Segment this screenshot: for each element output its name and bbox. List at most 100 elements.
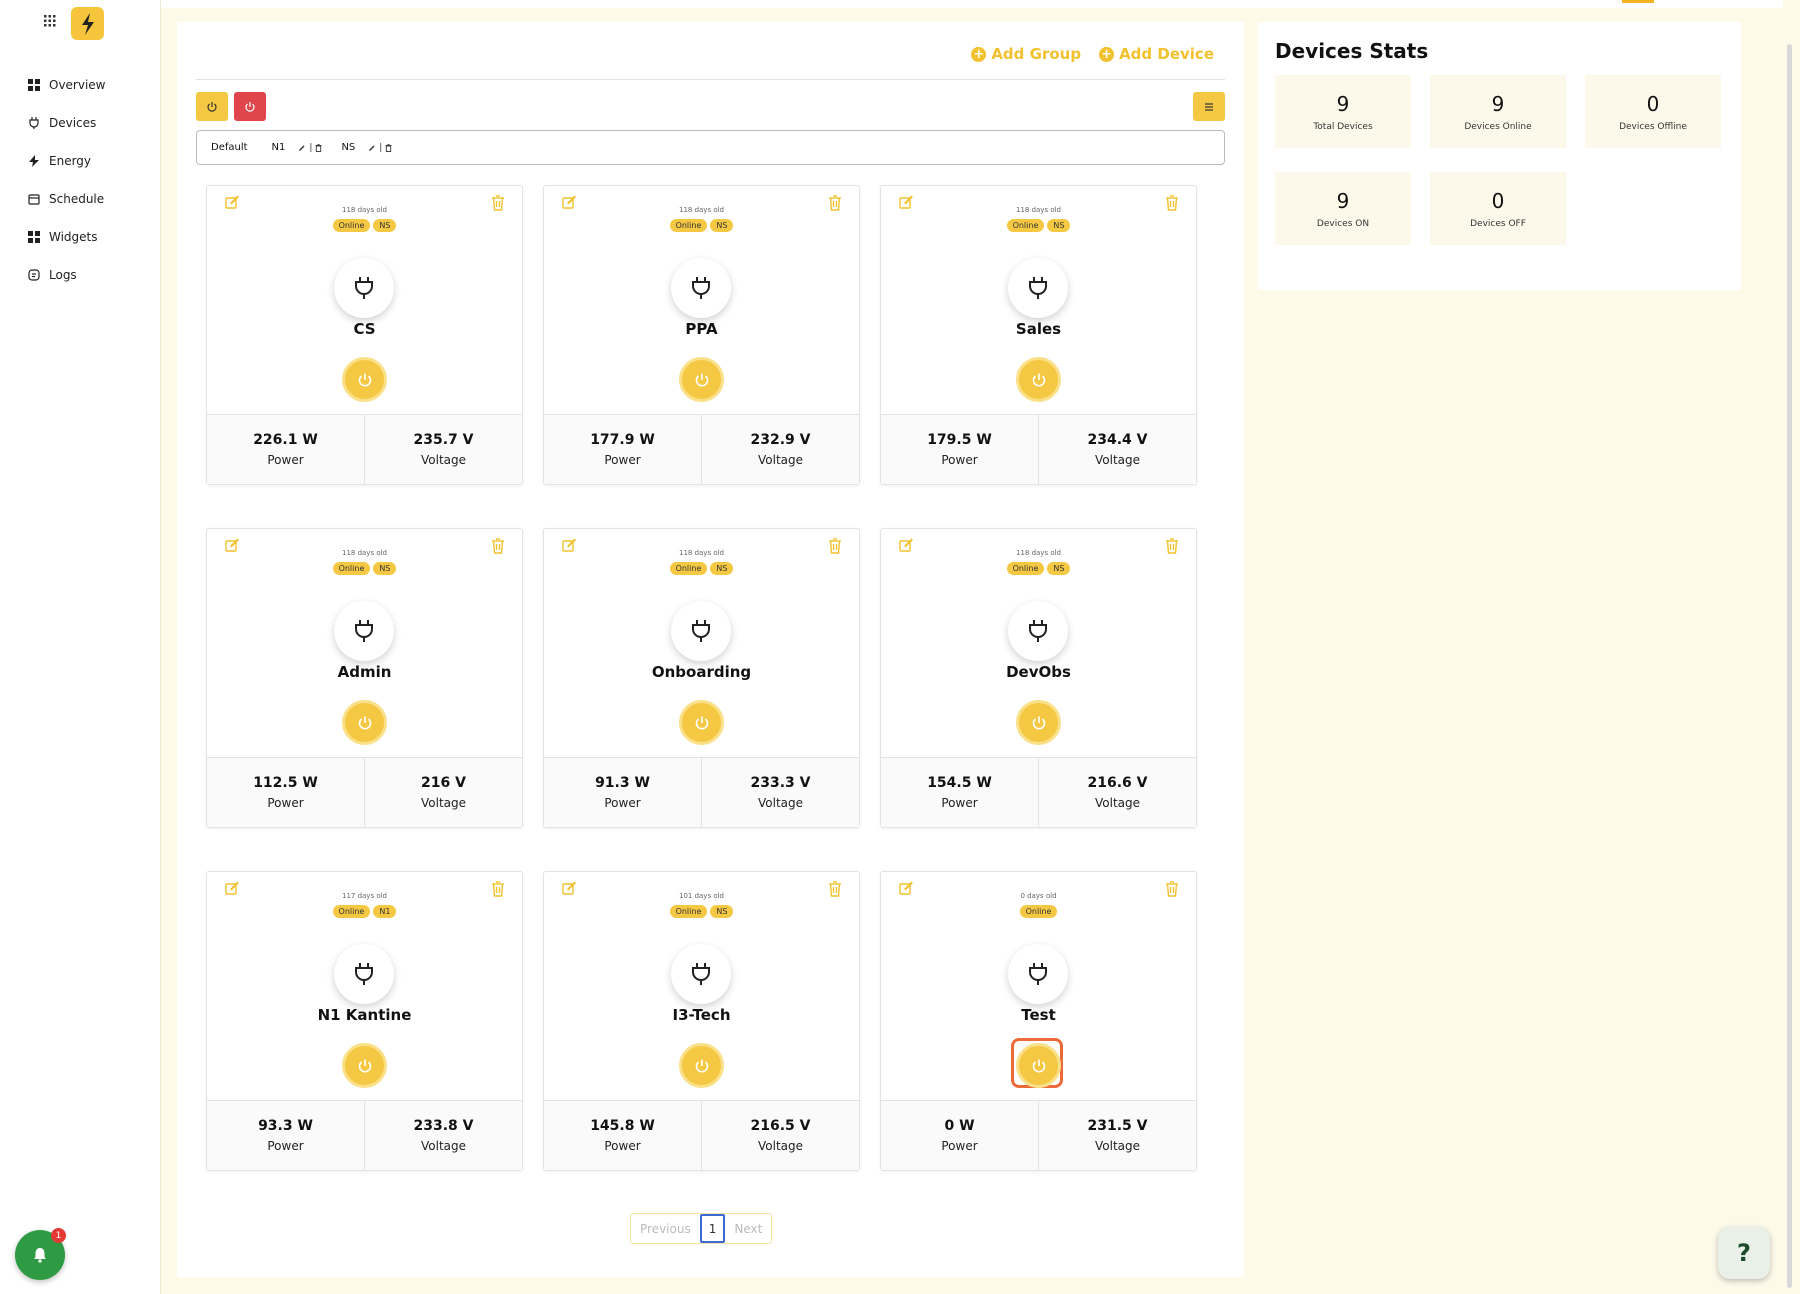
status-badge: Online	[1019, 905, 1058, 918]
group-tab-label: N1	[271, 142, 286, 153]
plug-icon	[1029, 963, 1047, 985]
voltage-label: Voltage	[420, 453, 466, 467]
group-tab-n1[interactable]: N1 |	[267, 139, 323, 156]
group-badge: NS	[710, 219, 734, 232]
stat-value: 0	[1491, 188, 1505, 213]
device-power-toggle[interactable]	[1016, 700, 1061, 745]
devices-stats-panel: Devices Stats 9 Total Devices 9 Devices Onl…	[1258, 22, 1741, 290]
bolt-logo-icon	[81, 12, 94, 35]
power-reading: 177.9 W Power	[544, 415, 701, 484]
device-card: 0 days old Online Test 0 W Power 231.5 V Volta…	[880, 871, 1197, 1171]
stat-card-devices-online: 9 Devices Online	[1430, 75, 1566, 148]
notifications-button[interactable]: 1	[15, 1228, 66, 1280]
group-badge: NS	[710, 905, 734, 918]
menu-button[interactable]	[1193, 92, 1225, 121]
voltage-reading: 233.8 V Voltage	[364, 1101, 522, 1170]
power-icon	[695, 373, 708, 387]
power-value: 0 W	[944, 1118, 975, 1134]
all-off-button[interactable]	[234, 92, 266, 121]
plus-circle-icon: +	[971, 46, 987, 62]
all-on-button[interactable]	[196, 92, 228, 121]
group-tab-default[interactable]: Default	[206, 139, 253, 156]
group-actions: |	[368, 143, 392, 153]
page-1-button[interactable]: 1	[699, 1214, 726, 1243]
device-power-toggle[interactable]	[342, 700, 387, 745]
voltage-label: Voltage	[757, 453, 803, 467]
device-power-toggle[interactable]	[679, 700, 724, 745]
device-power-toggle[interactable]	[1016, 1043, 1061, 1088]
device-badges: Online NS	[207, 562, 522, 575]
status-badge: Online	[1006, 562, 1045, 575]
device-avatar	[1008, 944, 1068, 1004]
group-tab-ns[interactable]: NS |	[336, 139, 392, 156]
stat-value: 9	[1336, 91, 1350, 116]
device-readings: 226.1 W Power 235.7 V Voltage	[207, 414, 522, 484]
scrollbar[interactable]	[1787, 44, 1792, 1288]
plus-circle-icon: +	[1099, 46, 1115, 62]
power-value: 112.5 W	[253, 775, 318, 791]
nav-item-schedule[interactable]: Schedule	[28, 180, 106, 218]
previous-page-button[interactable]: Previous	[631, 1214, 700, 1243]
power-value: 145.8 W	[590, 1118, 655, 1134]
next-page-button[interactable]: Next	[725, 1214, 771, 1243]
sidebar-nav: Overview Devices Energy Schedule Widgets Logs	[28, 66, 106, 294]
sidebar: Overview Devices Energy Schedule Widgets Logs	[0, 0, 161, 1294]
group-badge: NS	[1047, 562, 1071, 575]
status-badge: Online	[332, 905, 371, 918]
trash-icon[interactable]	[315, 143, 322, 152]
device-age: 117 days old	[341, 892, 387, 900]
voltage-reading: 231.5 V Voltage	[1038, 1101, 1196, 1170]
hamburger-icon	[1205, 102, 1213, 111]
nav-item-logs[interactable]: Logs	[28, 256, 106, 294]
device-avatar	[334, 258, 394, 318]
device-power-toggle[interactable]	[342, 1043, 387, 1088]
nav-item-label: Logs	[49, 268, 77, 282]
stat-label: Devices Online	[1464, 121, 1532, 132]
nav-item-widgets[interactable]: Widgets	[28, 218, 106, 256]
device-power-toggle[interactable]	[679, 357, 724, 402]
add-device-label: Add Device	[1119, 45, 1214, 63]
power-icon	[695, 716, 708, 730]
help-button[interactable]: ?	[1718, 1227, 1770, 1279]
power-label: Power	[941, 453, 978, 467]
device-readings: 179.5 W Power 234.4 V Voltage	[881, 414, 1196, 484]
calendar-icon	[28, 193, 49, 205]
grid-icon	[28, 79, 49, 91]
voltage-value: 233.8 V	[413, 1118, 474, 1134]
grid-icon	[28, 231, 49, 243]
status-badge: Online	[669, 219, 708, 232]
device-name: Onboarding	[651, 663, 752, 681]
pencil-icon[interactable]	[368, 144, 376, 152]
nav-item-energy[interactable]: Energy	[28, 142, 106, 180]
nav-item-overview[interactable]: Overview	[28, 66, 106, 104]
device-badges: Online NS	[881, 562, 1196, 575]
device-power-toggle[interactable]	[342, 357, 387, 402]
status-badge: Online	[669, 905, 708, 918]
device-badges: Online NS	[881, 219, 1196, 232]
device-badges: Online NS	[544, 562, 859, 575]
nav-item-devices[interactable]: Devices	[28, 104, 106, 142]
device-readings: 177.9 W Power 232.9 V Voltage	[544, 414, 859, 484]
trash-icon[interactable]	[385, 143, 392, 152]
pencil-icon[interactable]	[298, 144, 306, 152]
voltage-reading: 233.3 V Voltage	[701, 758, 859, 827]
device-power-toggle[interactable]	[1016, 357, 1061, 402]
power-label: Power	[941, 796, 978, 810]
add-group-button[interactable]: + Add Group	[971, 45, 1081, 63]
device-avatar	[334, 944, 394, 1004]
bolt-icon	[28, 155, 49, 167]
power-icon	[358, 1059, 371, 1073]
power-icon	[358, 716, 371, 730]
log-icon	[28, 269, 49, 281]
app-logo[interactable]	[71, 7, 104, 40]
voltage-reading: 216.6 V Voltage	[1038, 758, 1196, 827]
device-card: 118 days old Online NS PPA 177.9 W Power 232.9…	[543, 185, 860, 485]
device-power-toggle[interactable]	[679, 1043, 724, 1088]
add-device-button[interactable]: + Add Device	[1099, 45, 1214, 63]
stat-value: 0	[1646, 91, 1660, 116]
power-value: 226.1 W	[253, 432, 318, 448]
nav-item-label: Overview	[49, 78, 106, 92]
apps-grid-icon[interactable]	[44, 15, 56, 27]
plug-icon	[1029, 277, 1047, 299]
stat-label: Total Devices	[1313, 121, 1373, 132]
